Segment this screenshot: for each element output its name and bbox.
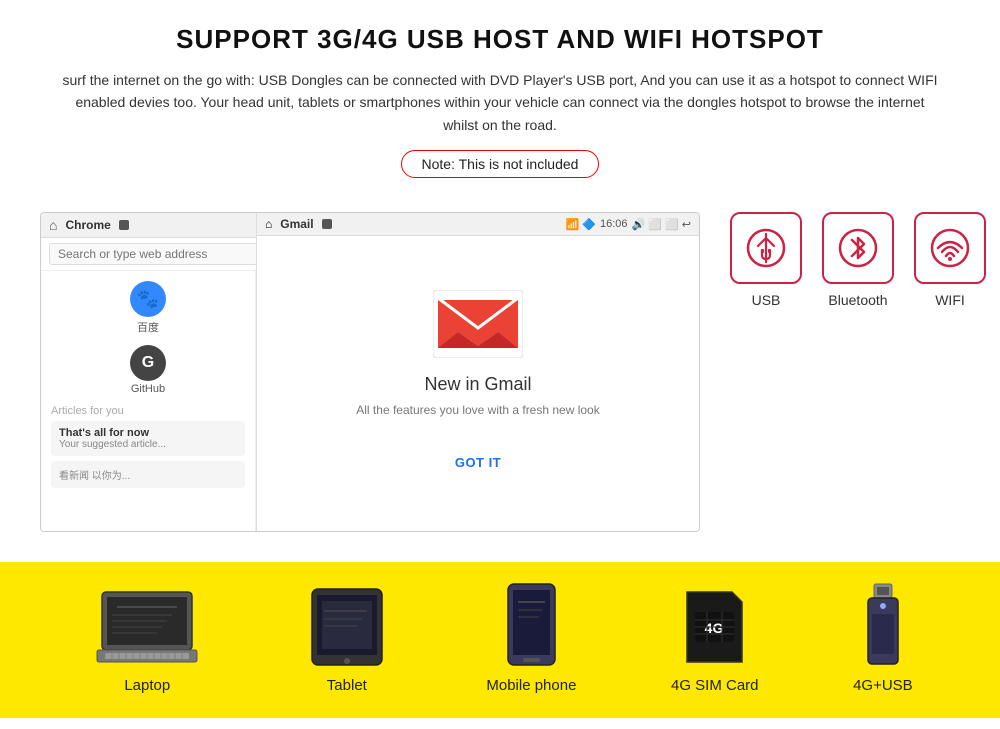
sim-card-icon: 4G bbox=[677, 587, 752, 667]
gmail-logo-icon bbox=[433, 290, 523, 358]
sim-device-item: 4G 4G SIM Card bbox=[671, 587, 759, 694]
sim-label: 4G SIM Card bbox=[671, 677, 759, 694]
right-icons-panel: USB Bluetooth bbox=[730, 212, 986, 308]
gmail-overlay: ⌂ Gmail 📶 🔷 16:06 🔊 ⬜ ⬜ ↩ bbox=[256, 213, 699, 531]
baidu-icon-item: 🐾 百度 bbox=[51, 281, 245, 335]
gmail-status: 📶 🔷 16:06 🔊 ⬜ ⬜ ↩ bbox=[566, 218, 691, 231]
gmail-status-icons: 📶 🔷 bbox=[566, 218, 596, 231]
usb-icon-box bbox=[730, 212, 802, 284]
laptop-icon bbox=[87, 587, 207, 667]
header-section: SUPPORT 3G/4G USB HOST AND WIFI HOTSPOT … bbox=[0, 0, 1000, 212]
screen-mockup: ⌂ Chrome 📶 🔷 ❤ 📍 15:51 🔊 ⬜ ⬜ ↩ ⧉ ⋮ bbox=[40, 212, 700, 532]
content-row: ⌂ Chrome 📶 🔷 ❤ 📍 15:51 🔊 ⬜ ⬜ ↩ ⧉ ⋮ bbox=[0, 212, 1000, 532]
card1-title: That's all for now bbox=[59, 427, 237, 439]
device-icons-row: Laptop Tablet bbox=[40, 582, 960, 694]
gmail-bar: ⌂ Gmail 📶 🔷 16:06 🔊 ⬜ ⬜ ↩ bbox=[257, 213, 699, 236]
wifi-icon-box bbox=[914, 212, 986, 284]
usb-drive-icon bbox=[858, 582, 908, 667]
laptop-label: Laptop bbox=[124, 677, 170, 694]
wifi-symbol-icon bbox=[928, 226, 972, 270]
wifi-label: WIFI bbox=[935, 292, 965, 308]
articles-label: Articles for you bbox=[51, 405, 245, 417]
gmail-title: Gmail bbox=[280, 217, 313, 231]
phone-label: Mobile phone bbox=[486, 677, 576, 694]
gmail-new-title: New in Gmail bbox=[424, 374, 531, 395]
laptop-device-item: Laptop bbox=[87, 587, 207, 694]
bluetooth-icon-box bbox=[822, 212, 894, 284]
bottom-section: Laptop Tablet bbox=[0, 562, 1000, 718]
card1-sub: Your suggested article... bbox=[59, 439, 237, 450]
phone-device-item: Mobile phone bbox=[486, 582, 576, 694]
chrome-title: Chrome bbox=[65, 218, 110, 232]
got-it-button[interactable]: GOT IT bbox=[435, 447, 521, 478]
article-card-1: That's all for now Your suggested articl… bbox=[51, 421, 245, 456]
gmail-content: New in Gmail All the features you love w… bbox=[257, 236, 699, 531]
main-title: SUPPORT 3G/4G USB HOST AND WIFI HOTSPOT bbox=[60, 24, 940, 55]
baidu-icon: 🐾 bbox=[130, 281, 166, 317]
browser-content: 🐾 百度 G GitHub Articles for you That's al… bbox=[41, 271, 699, 531]
github-icon: G bbox=[130, 345, 166, 381]
bluetooth-label: Bluetooth bbox=[828, 292, 887, 308]
bluetooth-symbol-icon bbox=[836, 226, 880, 270]
gmail-subtitle: All the features you love with a fresh n… bbox=[356, 403, 599, 417]
tablet-icon bbox=[302, 587, 392, 667]
gmail-dot bbox=[322, 219, 332, 229]
github-icon-item: G GitHub bbox=[51, 345, 245, 395]
bluetooth-icon-item: Bluetooth bbox=[822, 212, 894, 308]
gmail-time: 16:06 bbox=[600, 218, 628, 230]
usb-symbol-icon bbox=[744, 226, 788, 270]
github-letter: G bbox=[142, 354, 154, 372]
home-icon: ⌂ bbox=[49, 217, 57, 233]
article-card-2: 看新闻 以你为... bbox=[51, 461, 245, 488]
tablet-device-item: Tablet bbox=[302, 587, 392, 694]
usb-label: USB bbox=[752, 292, 781, 308]
gmail-home-icon: ⌂ bbox=[265, 217, 272, 231]
usb-drive-label: 4G+USB bbox=[853, 677, 913, 694]
tablet-label: Tablet bbox=[327, 677, 367, 694]
phone-icon bbox=[504, 582, 559, 667]
description-text: surf the internet on the go with: USB Do… bbox=[60, 69, 940, 136]
left-panel: 🐾 百度 G GitHub Articles for you That's al… bbox=[41, 271, 256, 531]
note-box: Note: This is not included bbox=[401, 150, 600, 178]
baidu-label: 百度 bbox=[137, 319, 159, 335]
paw-icon: 🐾 bbox=[137, 289, 159, 310]
usb-drive-device-item: 4G+USB bbox=[853, 582, 913, 694]
card2-sub: 看新闻 以你为... bbox=[59, 467, 237, 482]
gmail-extra-icons: 🔊 ⬜ ⬜ ↩ bbox=[632, 218, 691, 231]
usb-icon-item: USB bbox=[730, 212, 802, 308]
connectivity-icons: USB Bluetooth bbox=[730, 212, 986, 308]
wifi-icon-item: WIFI bbox=[914, 212, 986, 308]
chrome-dot bbox=[119, 220, 129, 230]
github-label: GitHub bbox=[131, 383, 165, 395]
